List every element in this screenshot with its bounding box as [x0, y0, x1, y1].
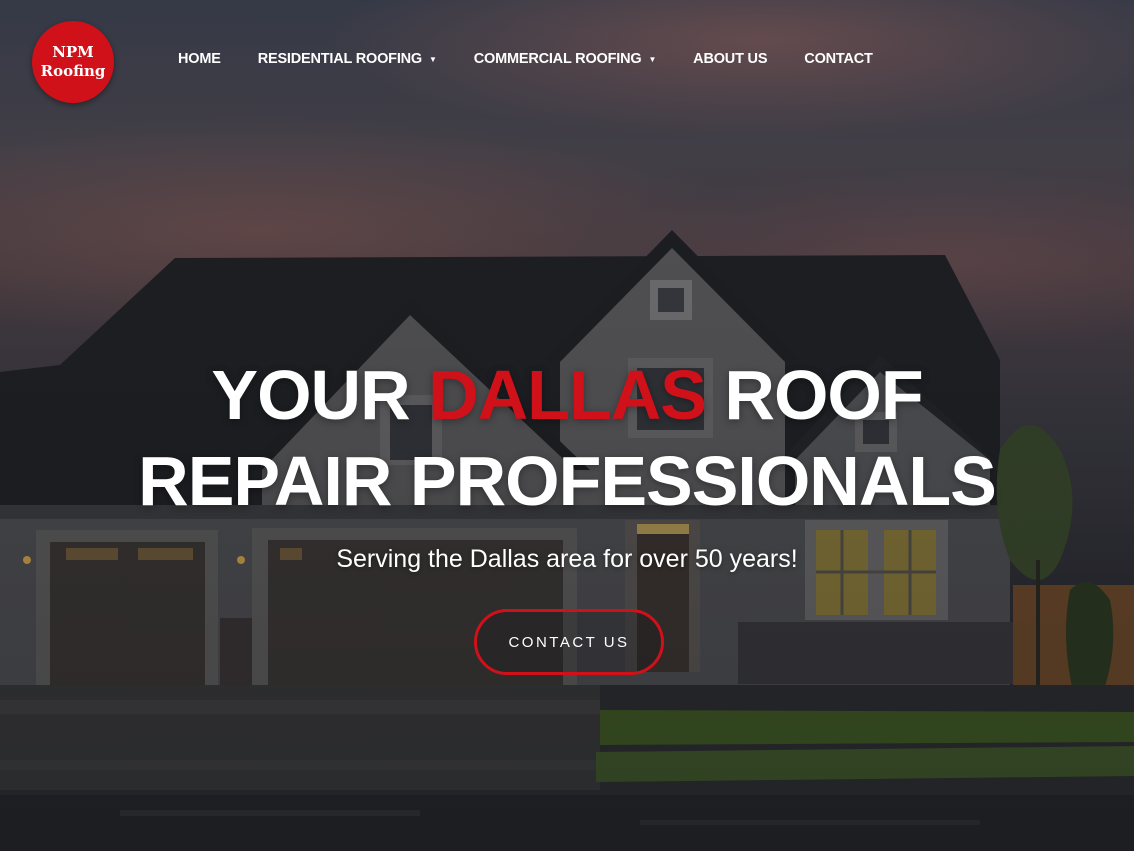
- hero-headline: YOUR DALLAS ROOF REPAIR PROFESSIONALS: [0, 352, 1134, 524]
- nav-item-label: HOME: [178, 51, 221, 67]
- nav-item-label: COMMERCIAL ROOFING: [473, 51, 642, 67]
- contact-us-button[interactable]: CONTACT US: [474, 609, 664, 675]
- nav-item-home[interactable]: HOME: [178, 51, 221, 67]
- nav-item-label: RESIDENTIAL ROOFING: [257, 51, 423, 67]
- nav-item-about-us[interactable]: ABOUT US: [693, 51, 767, 67]
- nav-item-commercial-roofing[interactable]: COMMERCIAL ROOFING ▼: [473, 51, 657, 67]
- hero-subheadline: Serving the Dallas area for over 50 year…: [336, 545, 798, 573]
- caret-down-icon: ▼: [429, 55, 437, 64]
- main-nav: HOME RESIDENTIAL ROOFING ▼ COMMERCIAL RO…: [178, 51, 873, 67]
- logo-line-1: NPM: [52, 43, 94, 61]
- caret-down-icon: ▼: [648, 55, 657, 64]
- nav-item-contact[interactable]: CONTACT: [804, 51, 873, 67]
- headline-line-2: REPAIR PROFESSIONALS: [138, 442, 997, 520]
- headline-part-2: ROOF: [705, 356, 923, 434]
- logo[interactable]: NPM Roofing: [32, 21, 114, 103]
- nav-item-label: ABOUT US: [693, 51, 768, 67]
- headline-part-1: YOUR: [211, 356, 429, 434]
- nav-item-residential-roofing[interactable]: RESIDENTIAL ROOFING ▼: [258, 51, 437, 67]
- nav-item-label: CONTACT: [804, 51, 873, 67]
- hero-section: NPM Roofing HOME RESIDENTIAL ROOFING ▼ C…: [0, 0, 1134, 851]
- logo-line-2: Roofing: [40, 62, 106, 80]
- headline-accent: DALLAS: [428, 356, 707, 434]
